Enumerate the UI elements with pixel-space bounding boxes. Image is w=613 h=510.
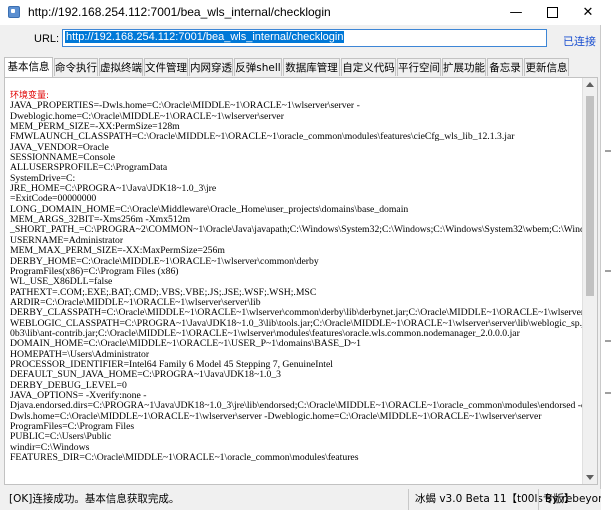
tab-3[interactable]: 文件管理: [144, 58, 188, 76]
url-label: URL:: [34, 33, 60, 45]
tab-1[interactable]: 命令执行: [54, 58, 98, 76]
background-mark: [605, 340, 611, 342]
scroll-down-icon[interactable]: [586, 475, 594, 480]
env-line: WL_USE_X86DLL=false: [10, 276, 113, 288]
tab-4[interactable]: 内网穿透: [189, 58, 233, 76]
scroll-up-icon[interactable]: [586, 82, 594, 87]
tab-7[interactable]: 自定义代码: [341, 58, 396, 76]
status-message: [OK]连接成功。基本信息获取完成。: [9, 493, 180, 505]
connection-status: 已连接: [563, 36, 596, 48]
vertical-scrollbar[interactable]: [582, 78, 597, 484]
env-line: PUBLIC=C:\Users\Public: [10, 431, 112, 443]
title-bar[interactable]: http://192.168.254.112:7001/bea_wls_inte…: [0, 0, 601, 25]
background-mark: [605, 150, 611, 152]
maximize-icon: [546, 7, 558, 18]
tab-11[interactable]: 更新信息: [524, 58, 569, 76]
tab-bar: 基本信息 命令执行 虚拟终端 文件管理 内网穿透 反弹shell 数据库管理 自定义代码 平行空…: [4, 57, 598, 77]
background-mark: [605, 270, 611, 272]
tab-2[interactable]: 虚拟终端: [99, 58, 143, 76]
tab-0[interactable]: 基本信息: [4, 57, 53, 77]
url-input[interactable]: http://192.168.254.112:7001/bea_wls_inte…: [62, 29, 547, 47]
tab-5[interactable]: 反弹shell: [234, 58, 282, 76]
tab-10[interactable]: 备忘录: [487, 58, 523, 76]
env-line: ALLUSERSPROFILE=C:\ProgramData: [10, 162, 168, 174]
url-row: URL: http://192.168.254.112:7001/bea_wls…: [0, 26, 601, 54]
tab-6[interactable]: 数据库管理: [283, 58, 340, 76]
background-strip: [601, 0, 613, 510]
background-mark: [605, 392, 611, 394]
env-line: MEM_MAX_PERM_SIZE=-XX:MaxPermSize=256m: [10, 245, 225, 257]
status-bar: [OK]连接成功。基本信息获取完成。 冰蝎 v3.0 Beta 11【t00ls…: [0, 489, 611, 510]
scroll-thumb[interactable]: [586, 96, 594, 296]
window-title: http://192.168.254.112:7001/bea_wls_inte…: [28, 5, 331, 19]
url-input-value: http://192.168.254.112:7001/bea_wls_inte…: [65, 31, 345, 43]
app-icon: [8, 6, 20, 18]
env-line: FEATURES_DIR=C:\Oracle\MIDDLE~1\ORACLE~1…: [10, 452, 359, 464]
tab-9[interactable]: 扩展功能: [442, 58, 486, 76]
env-text-area[interactable]: 环境变量: JAVA_PROPERTIES=-Dwls.home=C:\Orac…: [5, 78, 583, 484]
env-line: DERBY_CLASSPATH=C:\Oracle\MIDDLE~1\ORACL…: [10, 307, 583, 319]
tab-8[interactable]: 平行空间: [397, 58, 441, 76]
info-panel: 环境变量: JAVA_PROPERTIES=-Dwls.home=C:\Orac…: [4, 77, 598, 485]
app-window: http://192.168.254.112:7001/bea_wls_inte…: [0, 0, 611, 510]
